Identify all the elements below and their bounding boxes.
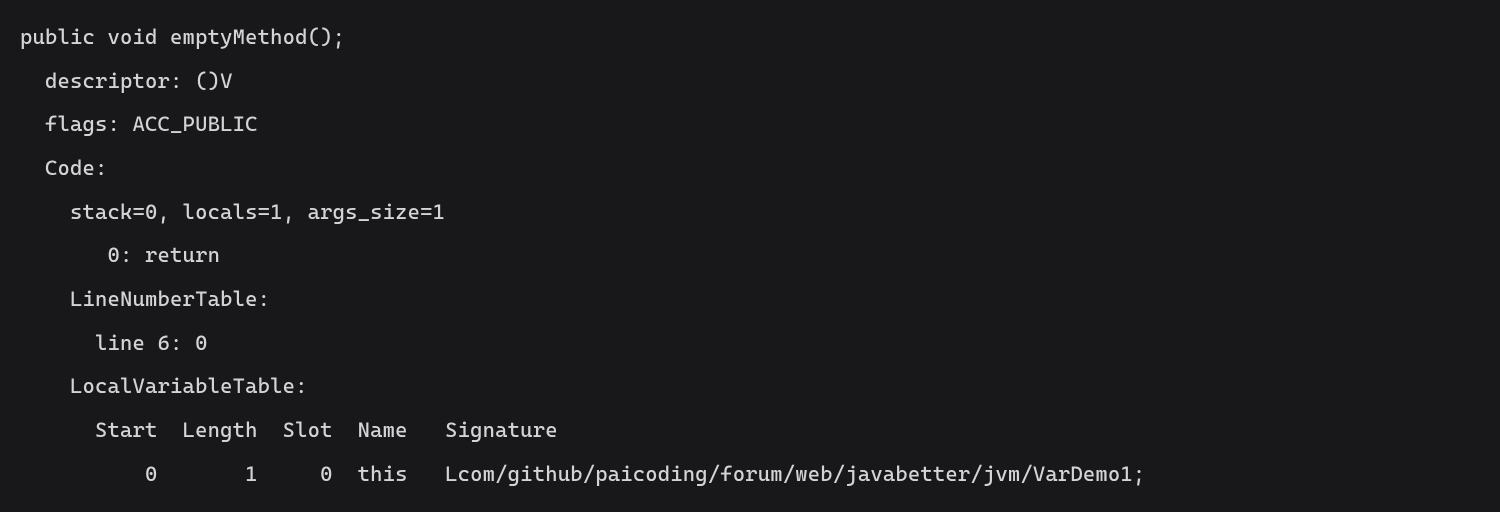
code-line: Start Length Slot Name Signature — [20, 418, 558, 442]
code-line: 0 1 0 this Lcom/github/paicoding/forum/w… — [20, 462, 1145, 486]
javap-output: public void emptyMethod(); descriptor: (… — [20, 16, 1480, 496]
code-line: Code: — [20, 156, 108, 180]
code-line: LocalVariableTable: — [20, 374, 308, 398]
code-line: LineNumberTable: — [20, 287, 270, 311]
code-line: 0: return — [20, 243, 220, 267]
code-line: stack=0, locals=1, args_size=1 — [20, 200, 445, 224]
code-line: descriptor: ()V — [20, 69, 233, 93]
code-line: public void emptyMethod(); — [20, 25, 345, 49]
code-line: flags: ACC_PUBLIC — [20, 112, 258, 136]
code-line: line 6: 0 — [20, 331, 208, 355]
